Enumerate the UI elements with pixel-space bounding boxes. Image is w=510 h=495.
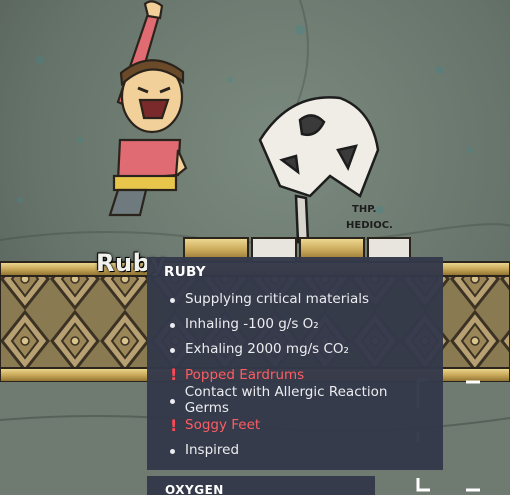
tooltip-item-text: Supplying critical materials <box>185 290 370 307</box>
tooltip-item-warning: ! Soggy Feet <box>164 412 431 437</box>
tooltip-item: Inhaling -100 g/s O₂ <box>164 311 431 336</box>
warning-icon: ! <box>170 415 178 435</box>
tooltip-item: Contact with Allergic Reaction Germs <box>164 384 431 416</box>
oxygen-tooltip-title: OXYGEN <box>165 483 224 495</box>
bullet-dot <box>164 341 185 357</box>
tooltip-item-text: Popped Eardrums <box>185 366 305 383</box>
bullet-dot <box>164 392 185 408</box>
tooltip-item-text: Contact with Allergic Reaction Germs <box>184 383 388 416</box>
tooltip-item-text: Inspired <box>185 442 240 459</box>
svg-text:HEDIOC.: HEDIOC. <box>346 220 393 231</box>
warning-icon: ! <box>170 365 178 385</box>
oxygen-tooltip: OXYGEN <box>147 476 375 495</box>
bullet-dot <box>164 316 185 332</box>
bullet-dot <box>164 291 185 307</box>
tooltip-item: Supplying critical materials <box>164 286 431 311</box>
bullet-dot <box>164 442 185 458</box>
game-viewport[interactable]: THP. HEDIOC. Ruby RUBY Supplying critica… <box>0 0 510 495</box>
tooltip-item-text: Inhaling -100 g/s O₂ <box>185 315 319 332</box>
tooltip-title: RUBY <box>164 264 206 280</box>
tooltip-item: Exhaling 2000 mg/s CO₂ <box>164 337 431 362</box>
tooltip-item-text: Exhaling 2000 mg/s CO₂ <box>185 341 349 358</box>
svg-text:THP.: THP. <box>352 204 376 215</box>
tooltip-item: Inspired <box>164 438 431 463</box>
duplicant-tooltip: RUBY Supplying critical materials Inhali… <box>147 257 443 470</box>
tooltip-item-text: Soggy Feet <box>185 417 261 434</box>
